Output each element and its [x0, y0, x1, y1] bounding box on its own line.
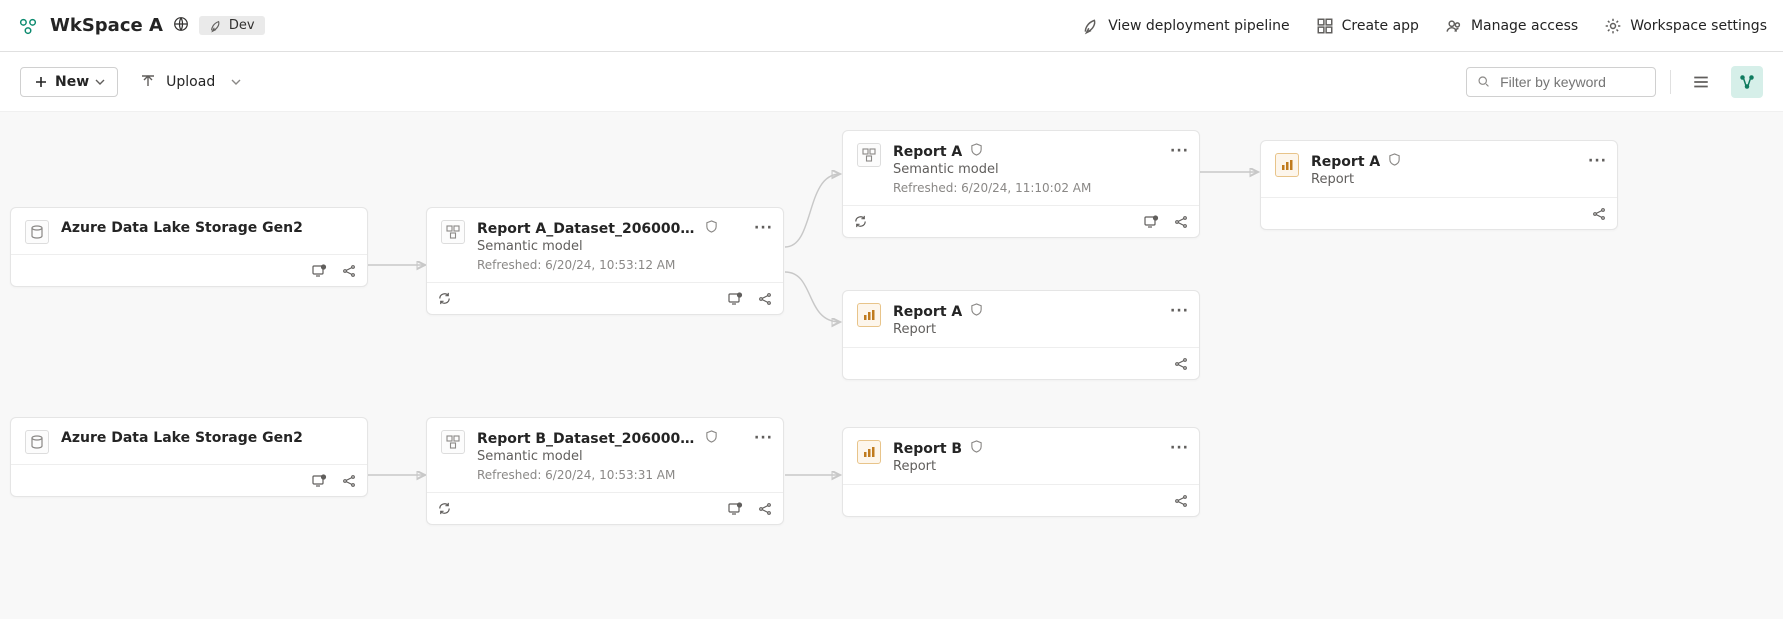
shield-icon — [705, 220, 718, 237]
more-menu[interactable]: ··· — [1588, 153, 1607, 169]
chevron-down-icon — [95, 77, 105, 87]
card-title: Azure Data Lake Storage Gen2 — [61, 430, 353, 446]
semantic-model-icon — [441, 430, 465, 454]
refresh-icon[interactable] — [853, 214, 868, 229]
monitor-icon[interactable] — [311, 473, 327, 489]
card-semanticmodel-reportb-dataset[interactable]: Report B_Dataset_2060000_ae17... Semanti… — [426, 417, 784, 525]
card-subtitle: Semantic model — [477, 449, 769, 464]
card-title: Report A — [893, 304, 962, 320]
environment-pill[interactable]: Dev — [199, 16, 265, 35]
card-datasource-adls-2[interactable]: Azure Data Lake Storage Gen2 — [10, 417, 368, 497]
view-pipeline-link[interactable]: View deployment pipeline — [1082, 17, 1289, 35]
database-icon — [25, 430, 49, 454]
database-icon — [25, 220, 49, 244]
refresh-icon[interactable] — [437, 501, 452, 516]
pill-label: Dev — [229, 18, 255, 33]
more-menu[interactable]: ··· — [1170, 143, 1189, 159]
globe-icon — [173, 16, 189, 36]
card-report-reportb[interactable]: Report B Report ··· — [842, 427, 1200, 517]
impact-icon[interactable] — [1173, 214, 1189, 230]
impact-icon[interactable] — [341, 473, 357, 489]
new-button[interactable]: New — [20, 67, 118, 97]
monitor-icon[interactable] — [727, 291, 743, 307]
semantic-model-icon — [857, 143, 881, 167]
card-refreshed: Refreshed: 6/20/24, 10:53:31 AM — [477, 468, 769, 482]
card-title: Azure Data Lake Storage Gen2 — [61, 220, 353, 236]
more-menu[interactable]: ··· — [754, 220, 773, 236]
monitor-icon[interactable] — [311, 263, 327, 279]
workspace-settings-link[interactable]: Workspace settings — [1604, 17, 1767, 35]
create-app-link[interactable]: Create app — [1316, 17, 1419, 35]
impact-icon[interactable] — [1173, 356, 1189, 372]
card-report-reporta-mid[interactable]: Report A Report ··· — [842, 290, 1200, 380]
search-icon — [1477, 74, 1490, 89]
monitor-icon[interactable] — [727, 501, 743, 517]
gear-icon — [1604, 17, 1622, 35]
plus-icon — [33, 74, 49, 90]
impact-icon[interactable] — [757, 291, 773, 307]
header-left: WkSpace A Dev — [16, 14, 265, 38]
more-menu[interactable]: ··· — [1170, 303, 1189, 319]
manage-access-link[interactable]: Manage access — [1445, 17, 1578, 35]
upload-icon — [140, 74, 156, 90]
card-title: Report A — [893, 144, 962, 160]
toolbar: New Upload — [0, 52, 1783, 112]
filter-input[interactable] — [1498, 73, 1645, 91]
shield-icon — [970, 303, 983, 320]
impact-icon[interactable] — [1173, 493, 1189, 509]
workspace-header: WkSpace A Dev View deployment pipeline C… — [0, 0, 1783, 52]
more-menu[interactable]: ··· — [754, 430, 773, 446]
impact-icon[interactable] — [1591, 206, 1607, 222]
card-report-reporta-right[interactable]: Report A Report ··· — [1260, 140, 1618, 230]
divider — [1670, 70, 1671, 94]
report-icon — [857, 303, 881, 327]
refresh-icon[interactable] — [437, 291, 452, 306]
shield-icon — [1388, 153, 1401, 170]
card-refreshed: Refreshed: 6/20/24, 10:53:12 AM — [477, 258, 769, 272]
semantic-model-icon — [441, 220, 465, 244]
card-title: Report B_Dataset_2060000_ae17... — [477, 431, 697, 447]
rocket-icon — [209, 19, 223, 33]
card-subtitle: Report — [1311, 172, 1603, 187]
shield-icon — [705, 430, 718, 447]
impact-icon[interactable] — [757, 501, 773, 517]
grid-icon — [1316, 17, 1334, 35]
filter-input-wrapper[interactable] — [1466, 67, 1656, 97]
lineage-view-button[interactable] — [1731, 66, 1763, 98]
card-subtitle: Semantic model — [893, 162, 1185, 177]
workspace-title: WkSpace A — [50, 15, 163, 36]
card-semanticmodel-reporta-dataset[interactable]: Report A_Dataset_2060000_2245... Semanti… — [426, 207, 784, 315]
list-icon — [1692, 73, 1710, 91]
card-title: Report B — [893, 441, 962, 457]
more-menu[interactable]: ··· — [1170, 440, 1189, 456]
card-subtitle: Report — [893, 459, 1185, 474]
card-title: Report A — [1311, 154, 1380, 170]
workspace-icon — [16, 14, 40, 38]
card-subtitle: Semantic model — [477, 239, 769, 254]
header-right: View deployment pipeline Create app Mana… — [1082, 17, 1767, 35]
people-icon — [1445, 17, 1463, 35]
impact-icon[interactable] — [341, 263, 357, 279]
card-subtitle: Report — [893, 322, 1185, 337]
report-icon — [1275, 153, 1299, 177]
monitor-icon[interactable] — [1143, 214, 1159, 230]
report-icon — [857, 440, 881, 464]
chevron-down-icon — [231, 77, 241, 87]
card-semanticmodel-reporta[interactable]: Report A Semantic model Refreshed: 6/20/… — [842, 130, 1200, 238]
shield-icon — [970, 440, 983, 457]
lineage-canvas[interactable]: Azure Data Lake Storage Gen2 Azure Data … — [0, 112, 1783, 619]
card-refreshed: Refreshed: 6/20/24, 11:10:02 AM — [893, 181, 1185, 195]
rocket-icon — [1082, 17, 1100, 35]
upload-button[interactable]: Upload — [140, 74, 241, 90]
list-view-button[interactable] — [1685, 66, 1717, 98]
card-datasource-adls-1[interactable]: Azure Data Lake Storage Gen2 — [10, 207, 368, 287]
lineage-icon — [1738, 73, 1756, 91]
shield-icon — [970, 143, 983, 160]
card-title: Report A_Dataset_2060000_2245... — [477, 221, 697, 237]
